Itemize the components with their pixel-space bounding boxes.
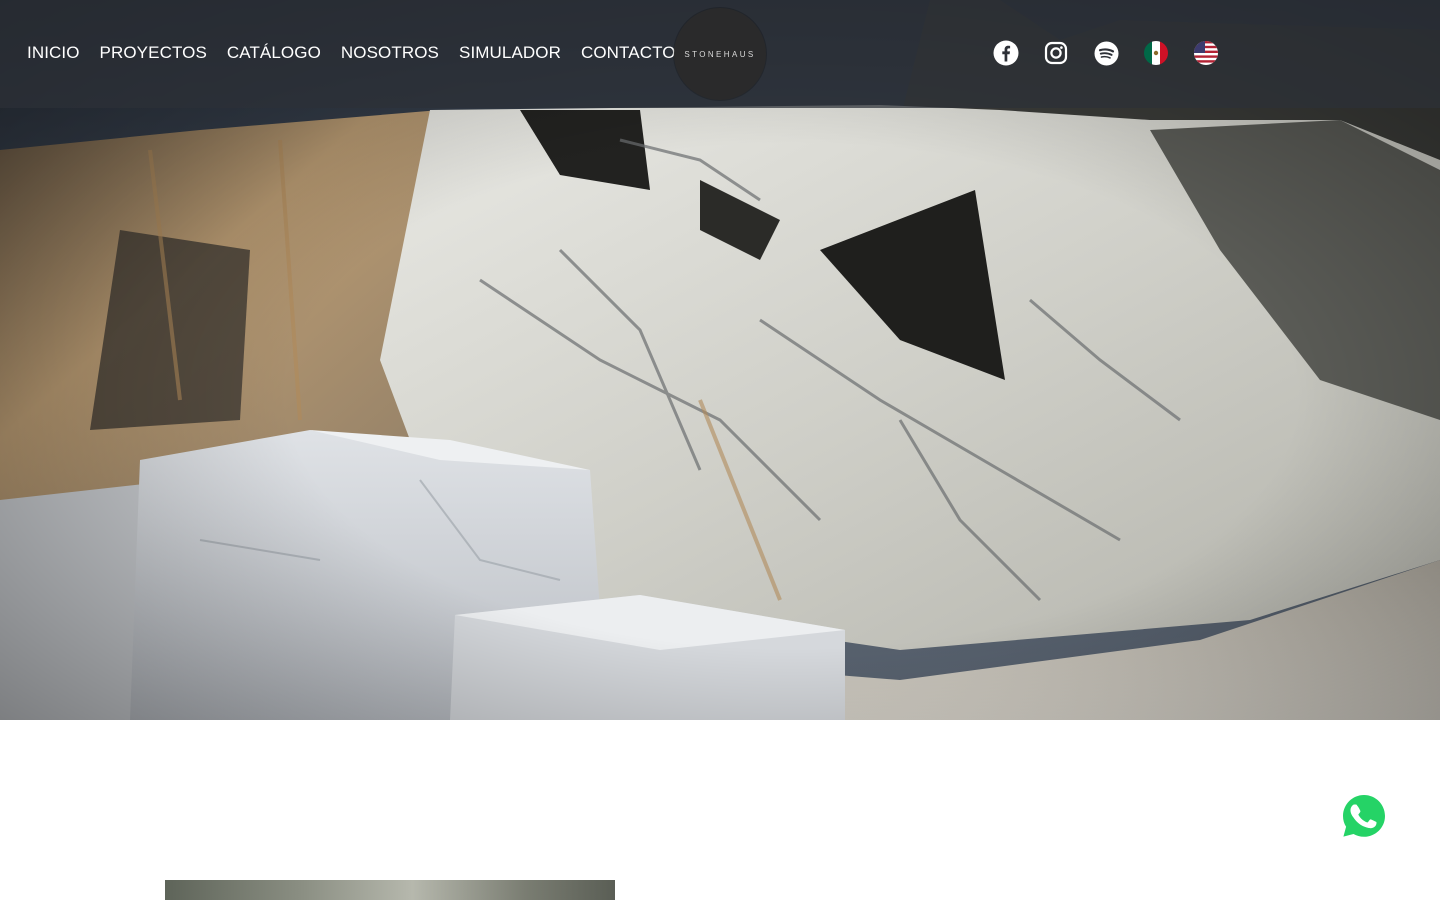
nav-nosotros[interactable]: NOSOTROS xyxy=(341,42,439,64)
quarry-illustration xyxy=(0,0,1440,720)
nav-simulador[interactable]: SIMULADOR xyxy=(459,42,561,64)
spotify-icon[interactable] xyxy=(1093,40,1119,66)
mexico-flag-icon[interactable] xyxy=(1143,40,1169,66)
main-nav: INICIO PROYECTOS CATÁLOGO NOSOTROS SIMUL… xyxy=(27,42,696,64)
whatsapp-icon xyxy=(1343,795,1385,837)
logo-text: STONEHAUS xyxy=(684,49,756,59)
usa-flag-icon[interactable] xyxy=(1193,40,1219,66)
social-links xyxy=(993,40,1219,66)
nav-proyectos[interactable]: PROYECTOS xyxy=(100,42,207,64)
site-header: INICIO PROYECTOS CATÁLOGO NOSOTROS SIMUL… xyxy=(0,0,1440,108)
facebook-icon[interactable] xyxy=(993,40,1019,66)
hero-image xyxy=(0,0,1440,720)
whatsapp-button[interactable] xyxy=(1341,793,1387,839)
instagram-icon[interactable] xyxy=(1043,40,1069,66)
nav-contacto[interactable]: CONTACTO xyxy=(581,42,676,64)
project-image-preview xyxy=(165,880,615,900)
nav-catalogo[interactable]: CATÁLOGO xyxy=(227,42,321,64)
nav-inicio[interactable]: INICIO xyxy=(27,42,80,64)
stonehaus-logo[interactable]: STONEHAUS xyxy=(674,8,766,100)
